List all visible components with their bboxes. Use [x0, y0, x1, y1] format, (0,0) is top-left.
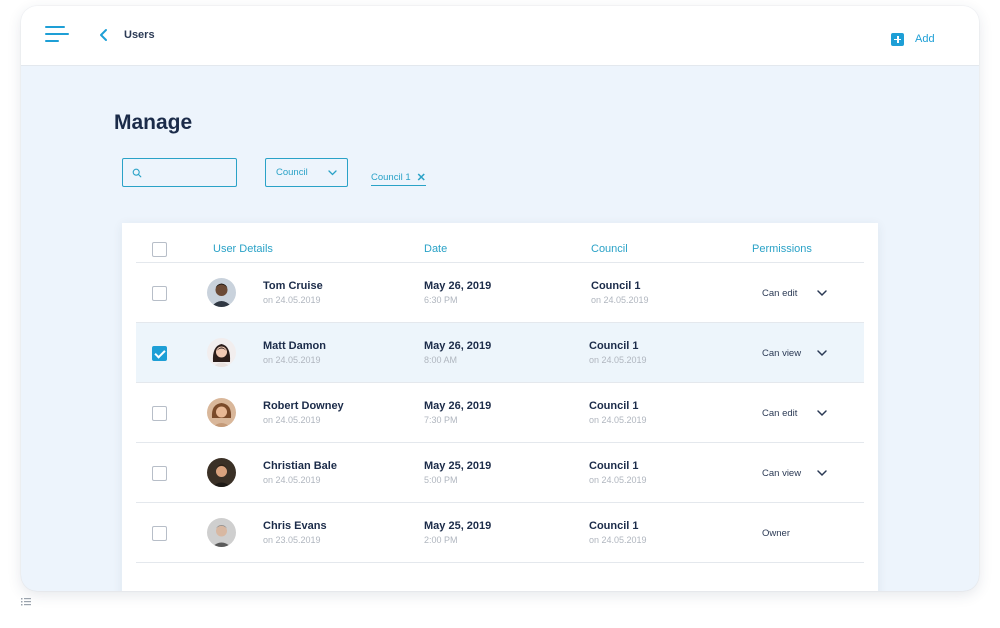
- row-time: 6:30 PM: [424, 295, 458, 305]
- table-row[interactable]: Robert Downey on 24.05.2019 May 26, 2019…: [136, 383, 864, 443]
- row-council-date: on 24.05.2019: [589, 475, 647, 485]
- column-header-date[interactable]: Date: [424, 243, 447, 255]
- row-checkbox[interactable]: [152, 346, 167, 361]
- add-button[interactable]: Add: [891, 31, 935, 47]
- user-joined-date: on 24.05.2019: [263, 295, 321, 305]
- column-header-user-details[interactable]: User Details: [213, 243, 273, 255]
- table-row[interactable]: Tom Cruise on 24.05.2019 May 26, 2019 6:…: [136, 263, 864, 323]
- row-council: Council 1: [589, 340, 639, 352]
- column-header-permissions[interactable]: Permissions: [752, 243, 812, 255]
- plus-icon: [891, 32, 904, 46]
- permission-label: Can edit: [762, 288, 798, 299]
- row-date: May 25, 2019: [424, 460, 492, 472]
- app-window: Users Add Manage Council Council 1 ✕ Use…: [21, 6, 979, 591]
- table-row[interactable]: Chris Evans on 23.05.2019 May 25, 2019 2…: [136, 503, 864, 563]
- row-council-date: on 24.05.2019: [589, 415, 647, 425]
- permission-label: Can view: [762, 468, 802, 479]
- close-icon[interactable]: ✕: [417, 172, 426, 183]
- permission-label: Can view: [762, 348, 802, 359]
- user-name: Robert Downey: [263, 400, 344, 412]
- search-field[interactable]: [122, 158, 237, 187]
- add-button-label: Add: [915, 33, 935, 45]
- chevron-down-icon[interactable]: [816, 408, 828, 418]
- filter-chip-label: Council 1: [371, 172, 411, 183]
- search-icon: [132, 168, 142, 177]
- row-checkbox[interactable]: [152, 466, 167, 481]
- permission-label: Can edit: [762, 408, 798, 419]
- user-joined-date: on 24.05.2019: [263, 475, 321, 485]
- user-joined-date: on 24.05.2019: [263, 415, 321, 425]
- row-time: 8:00 AM: [424, 355, 458, 365]
- chevron-down-icon[interactable]: [816, 468, 828, 478]
- top-bar: Users Add: [21, 6, 979, 66]
- avatar: [207, 398, 236, 427]
- page-title: Manage: [114, 111, 193, 134]
- chevron-left-icon[interactable]: [99, 28, 109, 42]
- row-checkbox[interactable]: [152, 286, 167, 301]
- row-council-date: on 24.05.2019: [591, 295, 649, 305]
- search-input[interactable]: [146, 167, 236, 178]
- chevron-down-icon: [328, 169, 337, 175]
- row-council-date: on 24.05.2019: [589, 535, 647, 545]
- avatar: [207, 518, 236, 547]
- row-council: Council 1: [589, 460, 639, 472]
- row-time: 7:30 PM: [424, 415, 458, 425]
- avatar: [207, 458, 236, 487]
- row-council: Council 1: [589, 520, 639, 532]
- user-joined-date: on 24.05.2019: [263, 355, 321, 365]
- user-name: Christian Bale: [263, 460, 337, 472]
- breadcrumb: Users: [124, 29, 155, 41]
- table-header: User Details Date Council Permissions: [136, 223, 864, 263]
- menu-icon[interactable]: [45, 26, 69, 44]
- avatar: [207, 278, 236, 307]
- row-time: 2:00 PM: [424, 535, 458, 545]
- filter-chip-council-1[interactable]: Council 1 ✕: [371, 172, 426, 186]
- table-row[interactable]: Matt Damon on 24.05.2019 May 26, 2019 8:…: [136, 323, 864, 383]
- user-name: Matt Damon: [263, 340, 326, 352]
- row-council: Council 1: [591, 280, 641, 292]
- row-council-date: on 24.05.2019: [589, 355, 647, 365]
- row-date: May 26, 2019: [424, 400, 492, 412]
- row-date: May 26, 2019: [424, 340, 492, 352]
- avatar: [207, 338, 236, 367]
- select-all-checkbox[interactable]: [152, 242, 167, 257]
- chevron-down-icon[interactable]: [816, 288, 828, 298]
- row-date: May 26, 2019: [424, 280, 492, 292]
- row-checkbox[interactable]: [152, 406, 167, 421]
- row-council: Council 1: [589, 400, 639, 412]
- user-joined-date: on 23.05.2019: [263, 535, 321, 545]
- permission-label: Owner: [762, 528, 790, 539]
- row-checkbox[interactable]: [152, 526, 167, 541]
- row-date: May 25, 2019: [424, 520, 492, 532]
- council-select-value: Council: [276, 167, 308, 178]
- list-icon: [21, 598, 31, 606]
- column-header-council[interactable]: Council: [591, 243, 628, 255]
- user-name: Tom Cruise: [263, 280, 323, 292]
- row-time: 5:00 PM: [424, 475, 458, 485]
- table-row[interactable]: Christian Bale on 24.05.2019 May 25, 201…: [136, 443, 864, 503]
- chevron-down-icon[interactable]: [816, 348, 828, 358]
- users-table: User Details Date Council Permissions To…: [122, 223, 878, 591]
- user-name: Chris Evans: [263, 520, 327, 532]
- council-select[interactable]: Council: [265, 158, 348, 187]
